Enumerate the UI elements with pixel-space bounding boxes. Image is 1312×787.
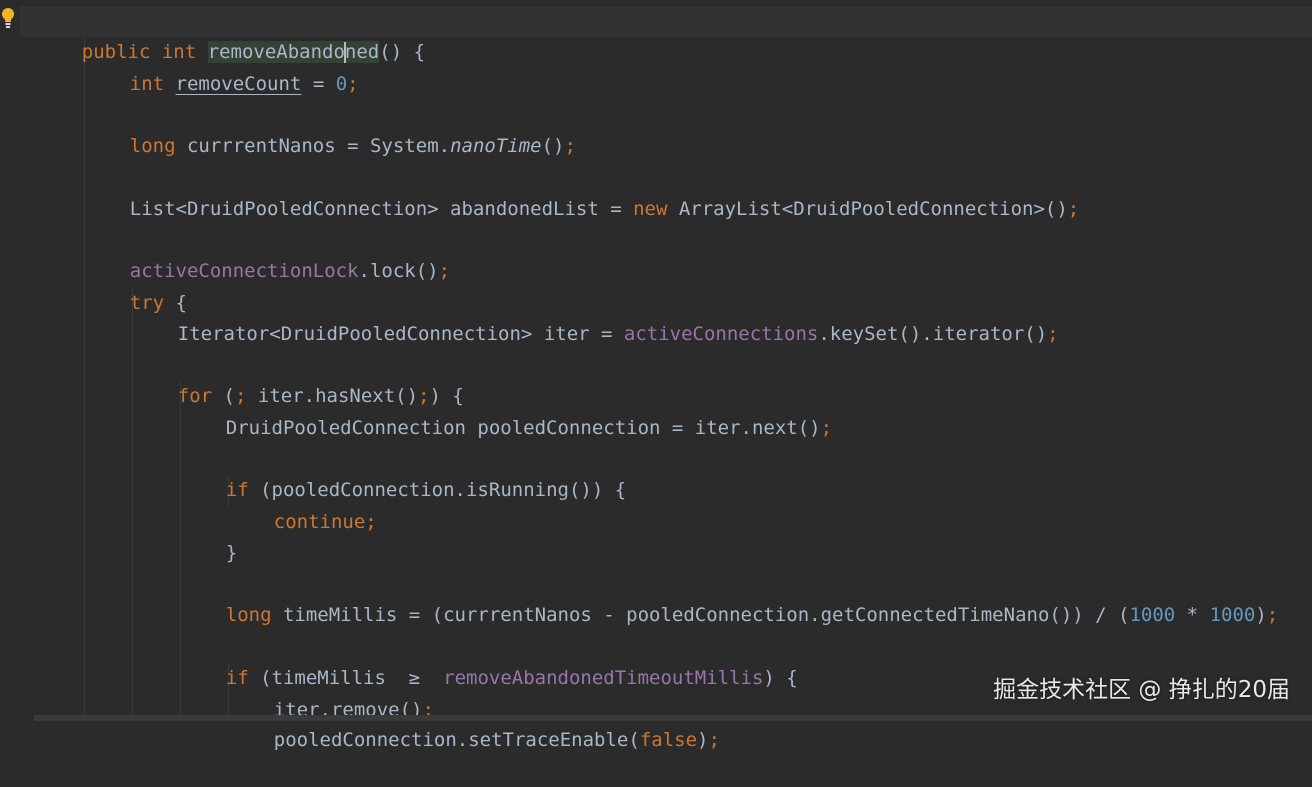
code-line[interactable]: }	[180, 507, 237, 564]
semicolon: ;	[347, 73, 359, 95]
code-text: }	[225, 542, 238, 564]
code-text: DruidPooledConnection pooledConnection =…	[225, 417, 821, 439]
code-line[interactable]: iter.remove();	[228, 664, 434, 721]
code-line[interactable]: for (; iter.hasNext();) {	[132, 350, 464, 407]
code-line[interactable]: DruidPooledConnection pooledConnection =…	[180, 382, 832, 439]
code-line[interactable]: activeConnectionLock.lock();	[84, 225, 450, 282]
keyword: continue;	[273, 511, 377, 533]
variable-name: removeCount	[175, 73, 302, 95]
number-literal: 1000	[1129, 604, 1176, 626]
keyword: long	[129, 135, 176, 157]
semicolon: ;	[708, 729, 720, 751]
code-line[interactable]: if (pooledConnection.isRunning()) {	[180, 444, 626, 501]
code-text: ArrayList<DruidPooledConnection>()	[667, 198, 1068, 220]
code-line[interactable]: if (timeMillis ≥ removeAbandonedTimeoutM…	[180, 632, 798, 689]
keyword: int	[129, 73, 165, 95]
code-text: List<DruidPooledConnection> abandonedLis…	[129, 198, 634, 220]
code-line[interactable]: try {	[84, 257, 187, 314]
keyword: false	[639, 729, 698, 751]
code-text: pooledConnection.setTraceEnable(	[273, 729, 640, 751]
code-text: )	[697, 729, 709, 751]
code-text: () {	[379, 41, 426, 63]
code-text: currrentNanos = System.	[175, 135, 451, 157]
editor-gutter	[0, 0, 20, 721]
code-line[interactable]: int removeCount = 0;	[84, 38, 359, 95]
code-text: .lock()	[358, 260, 439, 282]
semicolon: ;	[820, 417, 833, 439]
code-text: ()	[541, 135, 565, 157]
semicolon: ;	[1266, 604, 1279, 626]
code-line[interactable]: continue;	[228, 476, 377, 533]
code-line[interactable]: public int removeAbandoned() {	[36, 6, 425, 63]
semicolon: ;	[1047, 323, 1059, 345]
code-line[interactable]: long currrentNanos = System.nanoTime();	[84, 100, 576, 157]
field-name: removeAbandonedTimeoutMillis	[443, 667, 764, 689]
keyword: long	[225, 604, 272, 626]
field-name: activeConnections	[623, 323, 819, 345]
code-text: =	[301, 73, 336, 95]
lightbulb-icon[interactable]	[0, 6, 16, 30]
code-line[interactable]: long timeMillis = (currrentNanos - poole…	[180, 569, 1278, 626]
code-text: timeMillis = (currrentNanos - pooledConn…	[271, 604, 1130, 626]
code-text: Iterator<DruidPooledConnection> iter =	[177, 323, 624, 345]
code-line[interactable]: List<DruidPooledConnection> abandonedLis…	[84, 163, 1079, 220]
semicolon: ;	[564, 135, 576, 157]
watermark: 掘金技术社区 @ 挣扎的20届	[993, 677, 1290, 703]
number-literal: 1000	[1209, 604, 1256, 626]
code-text: )	[1255, 604, 1267, 626]
number-literal: 0	[335, 73, 348, 95]
keyword: new	[633, 198, 668, 220]
code-text: ) {	[763, 667, 798, 689]
code-editor[interactable]: public int removeAbandoned() { int remov…	[0, 0, 1312, 751]
code-line[interactable]: Iterator<DruidPooledConnection> iter = a…	[132, 288, 1059, 345]
code-text: *	[1175, 604, 1210, 626]
semicolon: ;	[1067, 198, 1080, 220]
code-text: .keySet().iterator()	[818, 323, 1048, 345]
semicolon: ;	[438, 260, 451, 282]
horizontal-scrollbar[interactable]	[34, 715, 1312, 721]
static-method: nanoTime	[450, 135, 542, 157]
